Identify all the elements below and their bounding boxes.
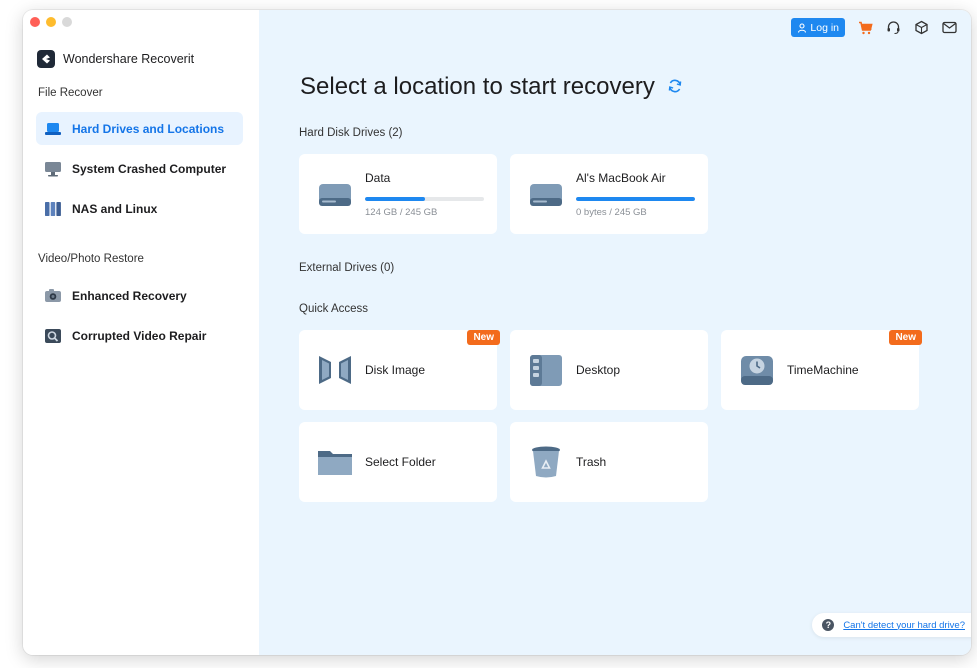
drive-usage-bar: [576, 197, 695, 201]
main-panel: Log in Select a location to start recove…: [259, 10, 971, 655]
close-window-button[interactable]: [30, 17, 40, 27]
quick-access-label: Quick Access: [299, 303, 369, 315]
quick-access-label: Trash: [576, 455, 607, 469]
minimize-window-button[interactable]: [46, 17, 56, 27]
camera-icon: [44, 288, 62, 304]
disk-image-icon: [317, 352, 353, 388]
recoverit-logo-icon: [37, 50, 55, 68]
sidebar-item-label: System Crashed Computer: [72, 161, 227, 176]
new-badge: New: [889, 330, 922, 345]
window-controls: [30, 17, 72, 27]
drive-name: Al's MacBook Air: [576, 171, 666, 185]
new-badge: New: [467, 330, 500, 345]
top-toolbar: Log in: [791, 18, 957, 37]
sidebar-item-label: NAS and Linux: [72, 201, 158, 216]
login-label: Log in: [810, 21, 839, 34]
brand: Wondershare Recoverit: [37, 50, 194, 68]
app-window: Wondershare Recoverit File Recover Hard …: [23, 10, 971, 655]
sidebar-item-enhanced-recovery[interactable]: Enhanced Recovery: [36, 279, 243, 312]
zoom-window-button[interactable]: [62, 17, 72, 27]
drive-size: 124 GB / 245 GB: [365, 207, 438, 218]
help-pill: ? Can't detect your hard drive?: [812, 613, 971, 637]
desktop-folder-icon: [528, 352, 564, 388]
video-repair-icon: [44, 328, 62, 344]
sidebar-item-label: Corrupted Video Repair: [72, 328, 207, 343]
trash-icon: [528, 444, 564, 480]
sidebar: Wondershare Recoverit File Recover Hard …: [23, 10, 259, 655]
quick-access-desktop[interactable]: Desktop: [510, 330, 708, 410]
quick-access-label: TimeMachine: [787, 363, 859, 377]
hard-drive-icon: [44, 121, 62, 137]
quick-access-time-machine[interactable]: TimeMachine New: [721, 330, 922, 410]
sidebar-item-corrupted-video[interactable]: Corrupted Video Repair: [36, 319, 243, 352]
drive-usage-fill: [365, 197, 425, 201]
sidebar-item-label: Enhanced Recovery: [72, 288, 187, 303]
page-title: Select a location to start recovery: [300, 73, 683, 101]
nas-icon: [44, 201, 62, 217]
sidebar-item-hard-drives[interactable]: Hard Drives and Locations: [36, 112, 243, 145]
quick-access-label: Desktop: [576, 363, 621, 377]
hard-disk-drives-label: Hard Disk Drives (2): [299, 127, 403, 139]
cube-icon[interactable]: [913, 20, 929, 36]
quick-access-trash[interactable]: Trash: [510, 422, 708, 502]
cant-detect-drive-link[interactable]: Can't detect your hard drive?: [843, 620, 965, 631]
refresh-icon[interactable]: [667, 73, 683, 101]
drive-card-macbook[interactable]: Al's MacBook Air 0 bytes / 245 GB: [510, 154, 708, 234]
quick-access-disk-image[interactable]: Disk Image New: [299, 330, 500, 410]
cart-icon[interactable]: [857, 20, 873, 36]
hard-disk-icon: [528, 176, 564, 212]
sidebar-item-label: Hard Drives and Locations: [72, 121, 225, 136]
headset-support-icon[interactable]: [885, 20, 901, 36]
app-name: Wondershare Recoverit: [63, 52, 195, 66]
video-photo-section-label: Video/Photo Restore: [38, 253, 144, 265]
time-machine-icon: [739, 352, 775, 388]
user-icon: [798, 22, 807, 33]
folder-icon: [317, 444, 353, 480]
quick-access-label: Select Folder: [365, 455, 436, 469]
quick-access-label: Disk Image: [365, 363, 426, 377]
drive-card-data[interactable]: Data 124 GB / 245 GB: [299, 154, 497, 234]
mail-icon[interactable]: [941, 20, 957, 36]
drive-size: 0 bytes / 245 GB: [576, 207, 647, 218]
sidebar-item-system-crashed[interactable]: System Crashed Computer: [36, 152, 243, 185]
monitor-icon: [44, 161, 62, 177]
quick-access-select-folder[interactable]: Select Folder: [299, 422, 497, 502]
drive-usage-fill: [576, 197, 695, 201]
question-icon: ?: [822, 619, 835, 631]
sidebar-item-nas-linux[interactable]: NAS and Linux: [36, 192, 243, 225]
hard-disk-icon: [317, 176, 353, 212]
drive-usage-bar: [365, 197, 484, 201]
external-drives-label: External Drives (0): [299, 262, 395, 274]
login-button[interactable]: Log in: [791, 18, 845, 37]
file-recover-section-label: File Recover: [38, 87, 103, 99]
drive-name: Data: [365, 171, 391, 185]
page-title-text: Select a location to start recovery: [300, 73, 655, 100]
